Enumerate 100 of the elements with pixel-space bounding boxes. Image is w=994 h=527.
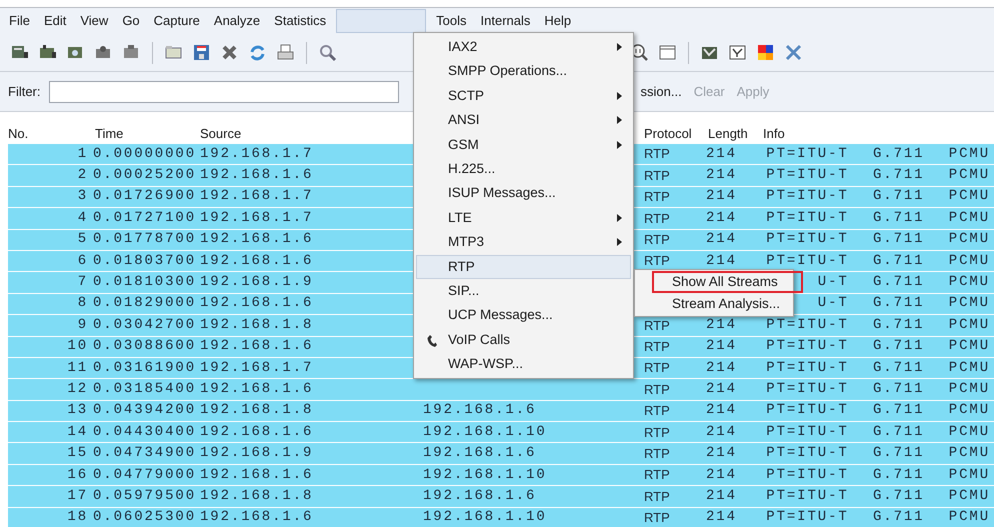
table-cell: RTP — [644, 210, 670, 226]
table-cell: 9 — [78, 316, 88, 333]
table-cell: 0.01726900 — [93, 188, 196, 204]
table-cell: 0.04779000 — [93, 466, 196, 483]
table-cell: 0.00025200 — [93, 167, 196, 184]
table-cell: 192.168.1.10 — [423, 424, 547, 440]
table-cell: 5 — [78, 231, 88, 248]
table-cell: PT=ITU-T G.711 PCMU — [766, 338, 990, 354]
table-cell: 16 — [67, 466, 88, 483]
table-cell: 4 — [78, 210, 88, 226]
table-cell: 6 — [78, 252, 88, 269]
table-cell: 0.04430400 — [93, 424, 196, 440]
table-cell: RTP — [644, 168, 670, 183]
table-cell: 214 — [706, 445, 737, 462]
table-cell: RTP — [644, 403, 670, 418]
table-cell: 214 — [706, 402, 737, 418]
table-cell: 0.01727100 — [93, 210, 196, 226]
table-cell: RTP — [644, 360, 670, 376]
table-cell: 214 — [706, 167, 737, 184]
table-cell: 214 — [706, 252, 737, 269]
table-cell: 0.04394200 — [93, 402, 196, 418]
table-cell: U-T G.711 PCMU — [818, 295, 990, 312]
table-cell: PT=ITU-T G.711 PCMU — [766, 360, 990, 376]
table-cell: 192.168.1.8 — [200, 488, 314, 504]
table-cell: 214 — [706, 188, 737, 204]
table-cell: 0.01829000 — [93, 295, 196, 312]
table-cell: PT=ITU-T G.711 PCMU — [766, 509, 990, 526]
table-cell: 192.168.1.6 — [200, 381, 314, 397]
table-cell: 0.00000000 — [93, 146, 196, 162]
table-cell: 192.168.1.6 — [200, 466, 314, 483]
table-cell: 0.01778700 — [93, 231, 196, 248]
table-cell: 192.168.1.6 — [200, 231, 314, 248]
filter-label: Filter: — [8, 82, 40, 101]
table-cell: 7 — [78, 274, 88, 290]
table-cell: 17 — [67, 488, 88, 504]
table-cell: 15 — [67, 445, 88, 462]
table-cell: 192.168.1.8 — [200, 316, 314, 333]
table-cell: 214 — [706, 424, 737, 440]
table-cell: 18 — [67, 509, 88, 526]
table-cell: 192.168.1.6 — [423, 488, 536, 504]
table-cell: 192.168.1.6 — [423, 445, 536, 462]
table-cell: 214 — [706, 316, 737, 333]
table-cell: PT=ITU-T G.711 PCMU — [766, 146, 990, 162]
table-cell: 214 — [706, 381, 737, 397]
table-cell: 14 — [67, 424, 88, 440]
table-cell: PT=ITU-T G.711 PCMU — [766, 167, 990, 184]
table-cell: 11 — [67, 360, 88, 376]
table-cell: 3 — [78, 188, 88, 204]
table-cell: 0.01803700 — [93, 252, 196, 269]
table-cell: 0.06025300 — [93, 509, 196, 526]
table-cell: 0.03042700 — [93, 316, 196, 333]
table-cell: 192.168.1.7 — [200, 360, 314, 376]
table-cell: 214 — [706, 466, 737, 483]
table-cell: PT=ITU-T G.711 PCMU — [766, 445, 990, 462]
table-cell: 192.168.1.10 — [423, 466, 547, 483]
table-cell: 10 — [67, 338, 88, 354]
table-cell: 0.01810300 — [93, 274, 196, 290]
table-cell: 13 — [67, 402, 88, 418]
table-cell: RTP — [644, 382, 670, 397]
table-cell: RTP — [644, 318, 670, 333]
table-cell: RTP — [644, 338, 670, 354]
table-cell: 214 — [706, 146, 737, 162]
table-cell: 192.168.1.10 — [423, 509, 547, 526]
table-cell: 214 — [706, 360, 737, 376]
table-cell: 12 — [67, 381, 88, 397]
table-cell: PT=ITU-T G.711 PCMU — [766, 188, 990, 204]
table-cell: 0.03161900 — [93, 360, 196, 376]
table-cell: RTP — [644, 424, 670, 440]
table-cell: PT=ITU-T G.711 PCMU — [766, 402, 990, 418]
table-cell: RTP — [644, 467, 670, 482]
table-cell: PT=ITU-T G.711 PCMU — [766, 316, 990, 333]
table-cell: RTP — [644, 146, 670, 162]
table-cell: 192.168.1.6 — [200, 167, 314, 184]
table-cell: PT=ITU-T G.711 PCMU — [766, 210, 990, 226]
table-cell: 192.168.1.9 — [200, 274, 314, 290]
table-cell: RTP — [644, 510, 670, 526]
table-cell: PT=ITU-T G.711 PCMU — [766, 466, 990, 483]
table-cell: RTP — [644, 253, 670, 268]
table-cell: 214 — [706, 488, 737, 504]
table-cell: PT=ITU-T G.711 PCMU — [766, 231, 990, 248]
table-cell: 192.168.1.6 — [200, 295, 314, 312]
table-cell: PT=ITU-T G.711 PCMU — [766, 381, 990, 397]
table-cell: 0.04734900 — [93, 445, 196, 462]
table-cell: 192.168.1.6 — [200, 424, 314, 440]
table-cell: 192.168.1.7 — [200, 210, 314, 226]
table-cell: 192.168.1.7 — [200, 146, 314, 162]
table-cell: 8 — [78, 295, 88, 312]
table-cell: 1 — [78, 146, 88, 162]
table-cell: 192.168.1.9 — [200, 445, 314, 462]
table-cell: 214 — [706, 210, 737, 226]
table-cell: 192.168.1.6 — [200, 252, 314, 269]
table-cell: PT=ITU-T G.711 PCMU — [766, 252, 990, 269]
table-cell: RTP — [644, 232, 670, 247]
table-cell: RTP — [644, 488, 670, 504]
table-cell: 2 — [78, 167, 88, 184]
table-cell: 192.168.1.6 — [423, 402, 536, 418]
table-cell: RTP — [644, 446, 670, 461]
table-cell: 192.168.1.6 — [200, 509, 314, 526]
table-cell: 214 — [706, 338, 737, 354]
table-cell: 214 — [706, 509, 737, 526]
